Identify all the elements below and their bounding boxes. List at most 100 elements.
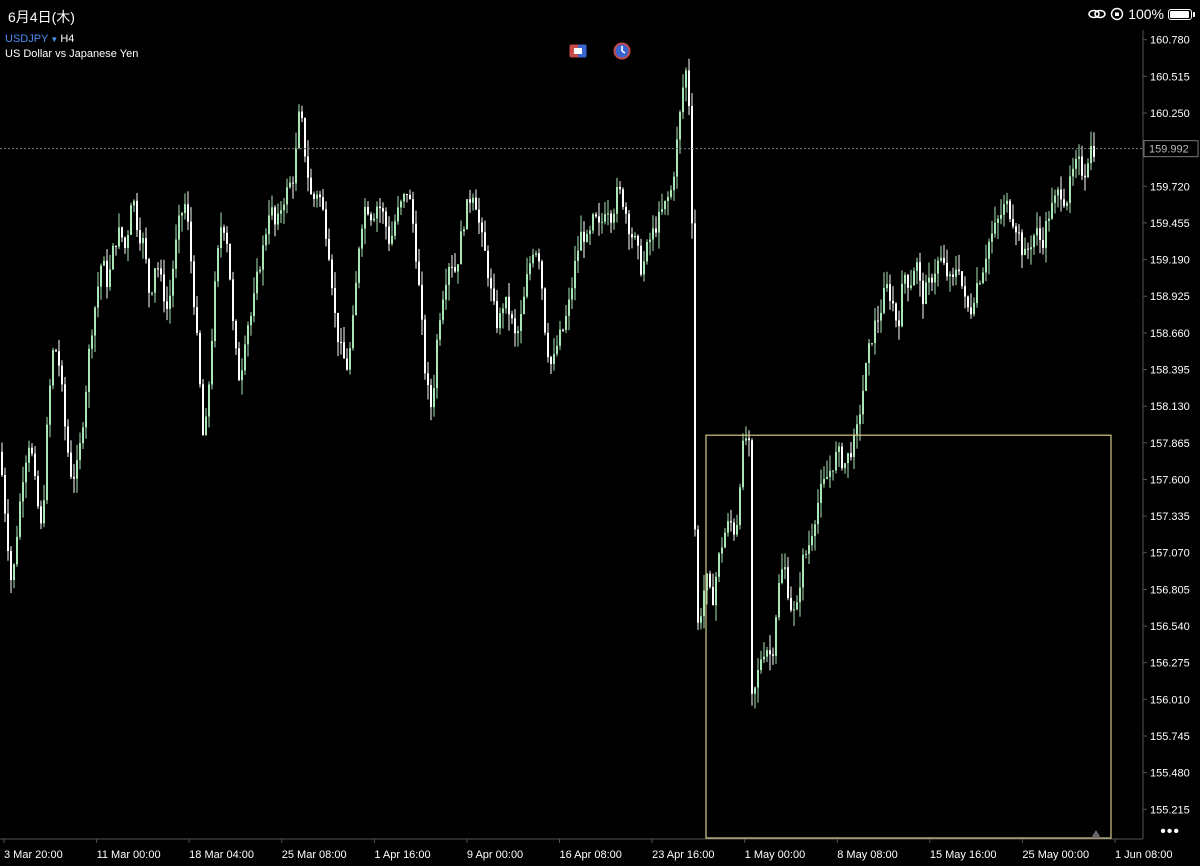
candle-body — [628, 213, 630, 235]
symbol-dropdown-icon[interactable]: ▼ — [50, 35, 58, 44]
candle-body — [436, 339, 438, 389]
candle-body — [1042, 240, 1044, 248]
symbol-header: USDJPY ▼ H4 US Dollar vs Japanese Yen — [5, 32, 138, 61]
candle-body — [811, 536, 813, 546]
candle-body — [664, 200, 666, 210]
candle-body — [64, 384, 66, 427]
candle-body — [958, 269, 960, 272]
candle-body — [655, 228, 657, 233]
candle-body — [229, 243, 231, 280]
candle-body — [199, 333, 201, 385]
candle-body — [673, 176, 675, 191]
candle-body — [115, 245, 117, 247]
candle-body — [1060, 189, 1062, 200]
candle-body — [994, 222, 996, 234]
timeframe-label[interactable]: H4 — [60, 33, 74, 45]
candle-body — [649, 239, 651, 242]
candle-body — [973, 303, 975, 315]
candle-body — [43, 500, 45, 524]
candle-body — [1015, 226, 1017, 233]
candle-body — [796, 602, 798, 610]
candle-body — [640, 245, 642, 275]
candle-body — [73, 476, 75, 479]
candle-body — [316, 194, 318, 199]
candle-body — [1012, 219, 1014, 227]
candle-body — [1036, 228, 1038, 236]
candle-body — [943, 257, 945, 263]
candle-body — [325, 209, 327, 239]
candle-body — [37, 475, 39, 507]
candle-body — [418, 261, 420, 285]
candle-body — [904, 274, 906, 284]
candle-body — [592, 214, 594, 231]
candle-body — [1084, 175, 1086, 178]
more-options-icon[interactable]: ••• — [1160, 823, 1180, 841]
price-chart[interactable]: 160.780 160.515 160.250 159.720 159.455 159.1… — [0, 30, 1200, 861]
selection-rectangle[interactable] — [705, 434, 1112, 839]
candle-body — [217, 248, 219, 282]
candle-body — [766, 650, 768, 657]
candle-body — [820, 483, 822, 503]
candle-body — [544, 288, 546, 333]
candle-body — [439, 320, 441, 340]
candle-body — [319, 194, 321, 198]
candle-body — [853, 434, 855, 457]
candle-body — [712, 586, 714, 606]
candle-body — [736, 524, 738, 535]
candle-body — [202, 384, 204, 436]
candle-body — [172, 268, 174, 296]
status-bar: 6月4日(木) 100% — [0, 0, 1200, 30]
candle-body — [691, 106, 693, 224]
candle-body — [1090, 146, 1092, 164]
candle-body — [313, 194, 315, 199]
candle-body — [532, 254, 534, 264]
candle-body — [361, 228, 363, 249]
candle-body — [559, 329, 561, 346]
candle-body — [385, 211, 387, 227]
candle-body — [814, 524, 816, 537]
candle-body — [847, 453, 849, 464]
candle-body — [373, 218, 375, 221]
candle-body — [595, 214, 597, 217]
candle-body — [334, 288, 336, 313]
price-tick-label: 157.865 — [1150, 438, 1190, 450]
candle-body — [724, 532, 726, 548]
candle-body — [463, 229, 465, 232]
chart-area[interactable]: 160.780 160.515 160.250 159.720 159.455 159.1… — [0, 30, 1200, 861]
candle-body — [613, 213, 615, 223]
candle-body — [961, 271, 963, 287]
candle-body — [223, 227, 225, 233]
candle-body — [739, 487, 741, 525]
candle-body — [10, 550, 12, 581]
chart-shift-marker — [1091, 830, 1101, 838]
candle-body — [1075, 158, 1077, 169]
candle-body — [475, 197, 477, 210]
candle-body — [553, 353, 555, 365]
current-price-label: 159.992 — [1149, 144, 1189, 156]
candle-body — [985, 258, 987, 273]
candle-body — [1087, 163, 1089, 178]
candle-body — [298, 111, 300, 148]
candle-body — [460, 231, 462, 265]
candle-body — [697, 529, 699, 623]
candle-body — [355, 282, 357, 316]
price-tick-label: 158.660 — [1150, 328, 1190, 340]
symbol-ticker[interactable]: USDJPY — [5, 33, 48, 45]
candle-body — [580, 231, 582, 251]
candle-body — [262, 245, 264, 270]
candle-body — [634, 235, 636, 238]
candle-body — [304, 118, 306, 157]
price-tick-label: 157.335 — [1150, 511, 1190, 523]
candle-body — [742, 440, 744, 488]
candle-body — [571, 288, 573, 300]
candle-body — [1093, 146, 1095, 157]
candle-body — [157, 268, 159, 270]
candle-body — [235, 321, 237, 349]
candle-body — [898, 320, 900, 327]
one-click-trading-icon[interactable] — [569, 44, 587, 58]
candle-body — [1003, 204, 1005, 215]
clock-icon[interactable] — [613, 42, 631, 60]
candle-body — [631, 234, 633, 238]
candle-body — [388, 226, 390, 244]
price-tick-label: 159.190 — [1150, 255, 1190, 267]
